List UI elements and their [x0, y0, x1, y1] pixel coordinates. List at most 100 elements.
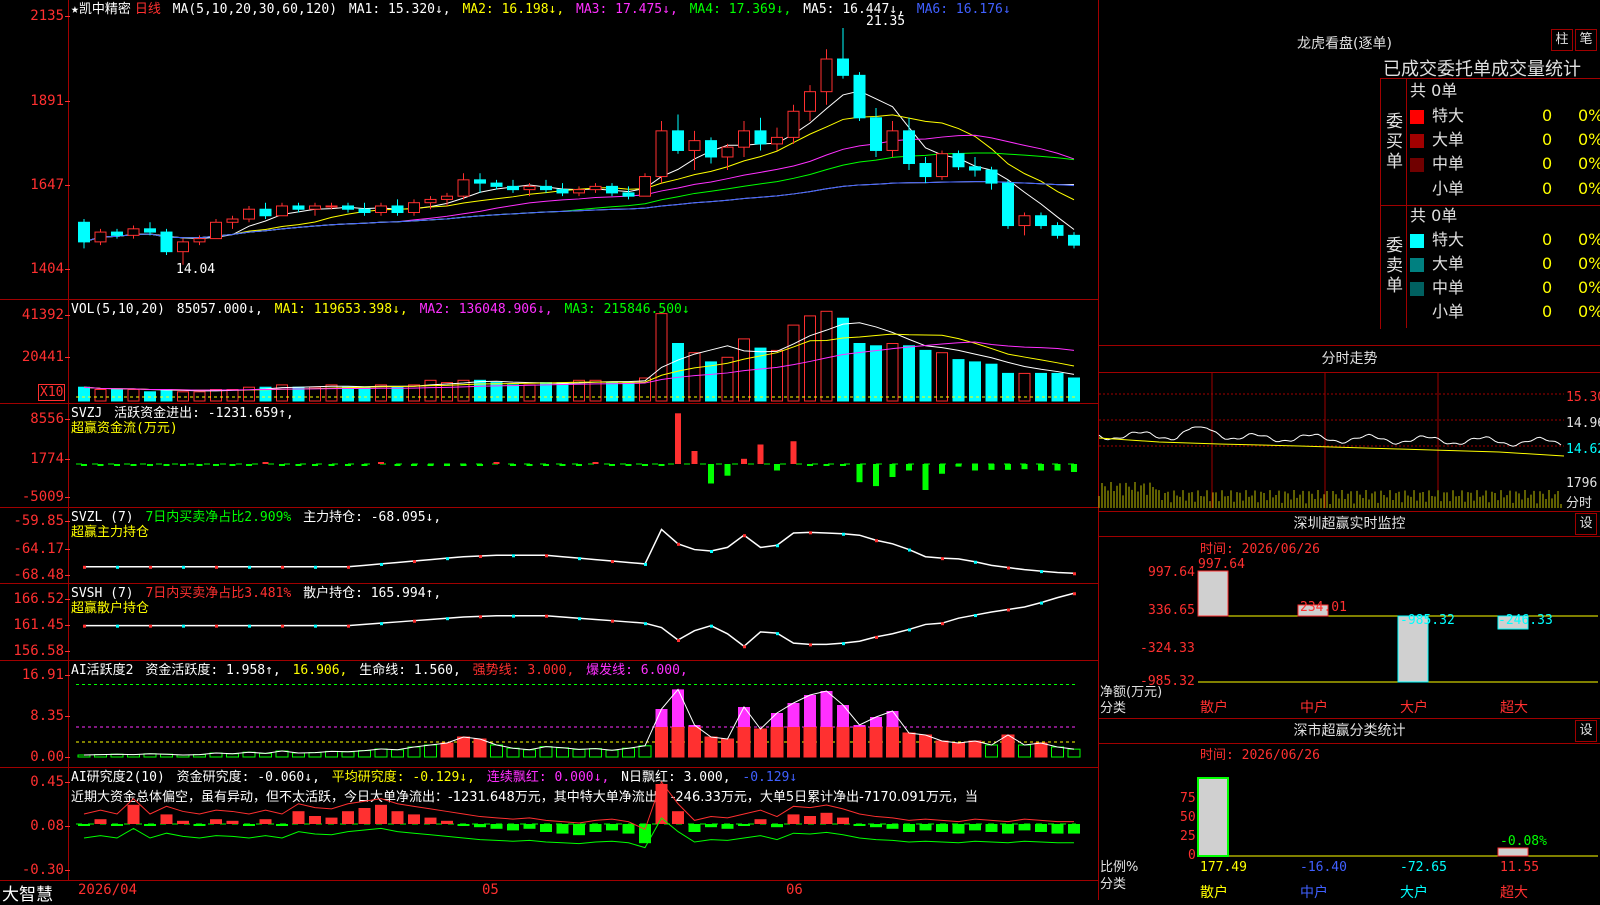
candle-body: [969, 166, 981, 171]
point-marker: [182, 624, 185, 628]
candle-body: [886, 130, 899, 151]
volume-bar: [556, 382, 569, 402]
point-marker: [611, 560, 614, 564]
volume-chart[interactable]: [76, 300, 1098, 403]
candle-body: [391, 205, 404, 213]
point-marker: [1040, 601, 1043, 605]
kline-ytick: 2135: [30, 8, 70, 24]
candle-body: [688, 140, 701, 151]
svzj-panel[interactable]: 8556 1774 -5009 SVZJ 活跃资金进出: -1231.659↑,…: [0, 404, 1098, 508]
research-bar: [606, 824, 618, 831]
active-bar: [374, 748, 388, 758]
point-marker: [545, 554, 548, 558]
row-value: 0: [1542, 106, 1553, 125]
research-bar: [837, 817, 849, 824]
point-marker: [1073, 572, 1076, 576]
research-bar: [738, 824, 750, 826]
svsh-panel[interactable]: 166.52 161.45 156.58 SVSH (7) 7日内买卖净占比3.…: [0, 584, 1098, 661]
row-name: 小单: [1432, 179, 1465, 198]
classify-settings-button[interactable]: 设: [1575, 720, 1597, 742]
svzl-panel[interactable]: -59.85 -64.17 -68.48 SVZL (7) 7日内买卖净占比2.…: [0, 508, 1098, 584]
svzl-chart[interactable]: [76, 508, 1098, 583]
research-bar: [193, 824, 206, 826]
candle-body: [540, 185, 552, 191]
monitor-settings-button[interactable]: 设: [1575, 513, 1597, 535]
kline-panel[interactable]: 2135 1891 1647 1404 ★凯中精密 日线 MA(5,10,20,3…: [0, 0, 1098, 300]
point-marker: [908, 628, 911, 632]
point-marker: [842, 642, 845, 646]
flow-bar: [1021, 464, 1028, 470]
research-bar: [919, 824, 932, 831]
row-name: 中单: [1432, 278, 1465, 297]
row-name: 特大: [1432, 230, 1465, 249]
flow-bar: [477, 464, 483, 466]
flow-bar: [246, 464, 252, 466]
candle-body: [1018, 215, 1031, 227]
ai1-ytick: 8.35: [30, 708, 70, 724]
sell-row-m: 中单 0 0%: [1410, 279, 1600, 297]
flow-bar: [658, 464, 665, 466]
bar-mode-button[interactable]: 柱: [1551, 29, 1573, 51]
intraday-chart[interactable]: [1098, 372, 1565, 510]
research-bar: [408, 814, 420, 824]
svzl-svg-line: [84, 528, 1075, 575]
research-bar: [952, 824, 965, 834]
color-swatch: [1410, 157, 1424, 172]
brand[interactable]: 大智慧: [2, 880, 53, 905]
active-bar: [704, 736, 718, 758]
monitor-ytick: 336.65: [1148, 603, 1195, 618]
research-bar: [507, 824, 519, 831]
active-bar: [671, 726, 685, 758]
classify-cat: 超大: [1500, 885, 1528, 901]
ai-active-panel[interactable]: 16.91 8.35 0.00 AI活跃度2 资金活跃度: 1.958↑, 16…: [0, 661, 1098, 768]
flow-bar: [873, 464, 879, 487]
candle-body: [655, 130, 668, 178]
monitor-val: 997.64: [1198, 557, 1245, 572]
ai2-ytick: 0.08: [30, 818, 70, 834]
row-name: 大单: [1432, 254, 1465, 273]
svzj-chart[interactable]: [76, 404, 1098, 507]
intraday-vol: 1796: [1566, 476, 1598, 491]
research-bar: [804, 816, 816, 824]
active-bar: [952, 742, 965, 758]
point-marker: [1007, 608, 1010, 612]
research-bar: [177, 820, 189, 824]
kline-chart[interactable]: [76, 0, 1098, 299]
color-swatch: [1410, 109, 1424, 124]
candle-body: [589, 185, 602, 191]
flow-bar: [196, 464, 203, 466]
volume-panel[interactable]: 41392 20441 X10 VOL(5,10,20) 85057.000↓,…: [0, 300, 1098, 404]
research-bar: [1051, 824, 1064, 834]
ai-active-chart[interactable]: [76, 661, 1098, 767]
volume-y-axis: 41392 20441 X10: [0, 300, 71, 403]
svsh-chart[interactable]: [76, 584, 1098, 660]
active-bar: [325, 750, 338, 758]
candle-body: [903, 130, 915, 165]
svsh-y-axis: 166.52 161.45 156.58: [0, 584, 70, 660]
research-bar: [1068, 824, 1080, 834]
ai-research-chart[interactable]: [76, 768, 1098, 880]
point-marker: [974, 560, 977, 564]
row-pct: 0%: [1578, 154, 1600, 173]
flow-bar: [510, 464, 516, 466]
row-pct: 0%: [1578, 179, 1600, 198]
monitor-title[interactable]: 深圳超赢实时监控: [1099, 511, 1600, 537]
point-marker: [941, 622, 944, 626]
tick-mode-button[interactable]: 笔: [1575, 29, 1597, 51]
candle-body: [787, 110, 800, 138]
candle-body: [358, 208, 371, 213]
flow-bar: [279, 464, 285, 466]
active-bar: [391, 749, 404, 758]
monitor-xlabel: 分类: [1100, 701, 1127, 716]
active-bar: [1051, 746, 1064, 758]
candle-body: [985, 169, 998, 184]
research-bar: [705, 824, 717, 828]
intraday-title[interactable]: 分时走势: [1099, 345, 1600, 373]
classify-ytick: 75: [1180, 791, 1196, 806]
research-bar: [375, 804, 387, 824]
ai-research-panel[interactable]: 0.45 0.08 -0.30 AI研究度2(10) 资金研究度: -0.060…: [0, 768, 1098, 881]
flow-bar: [394, 464, 401, 466]
volume-bar: [870, 345, 882, 402]
classify-title[interactable]: 深市超赢分类统计: [1099, 718, 1600, 744]
point-marker: [248, 624, 251, 628]
